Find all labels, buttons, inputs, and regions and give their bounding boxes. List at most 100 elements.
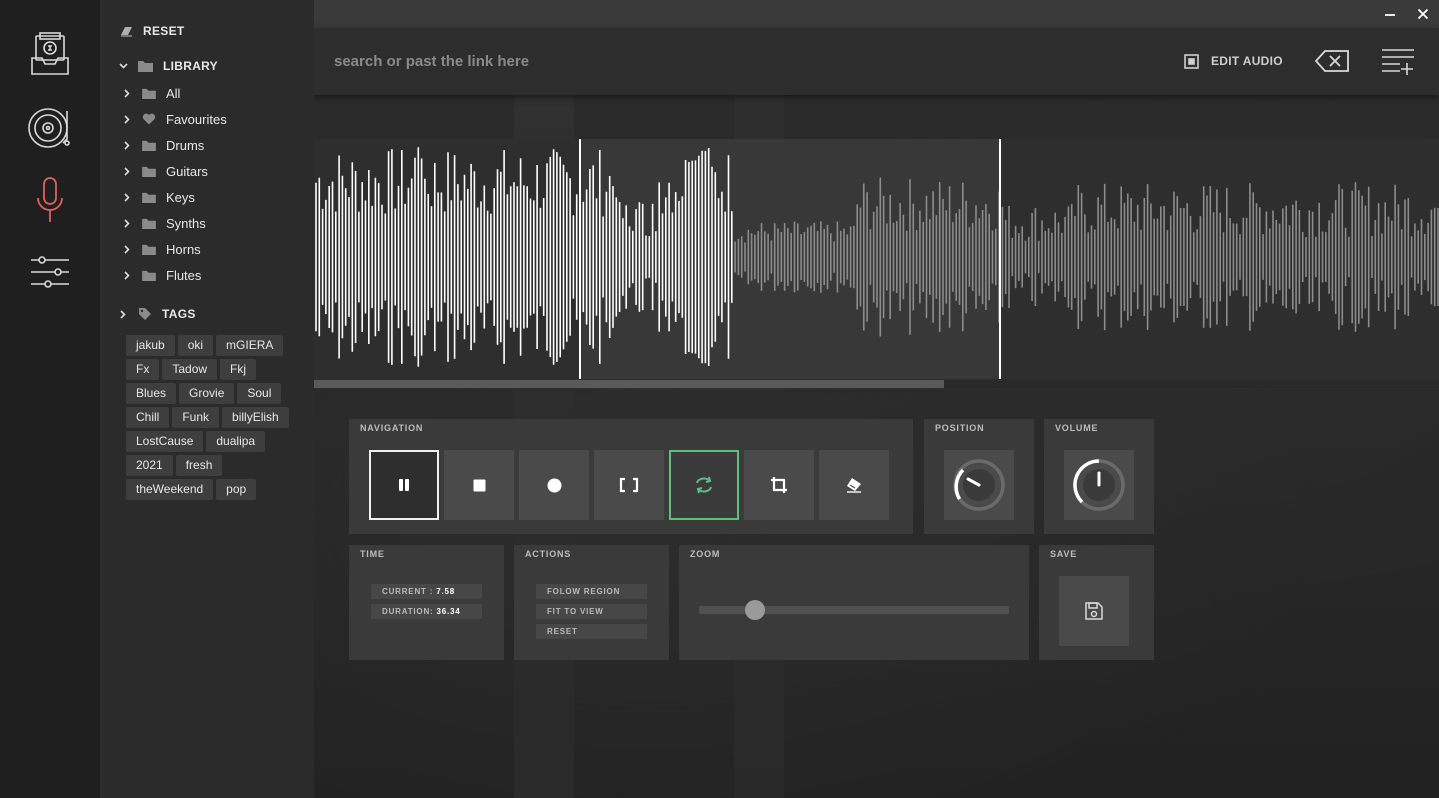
eraser-icon bbox=[847, 478, 861, 493]
waveform-panel[interactable] bbox=[314, 139, 1439, 389]
tag-chip[interactable]: 2021 bbox=[126, 455, 173, 476]
position-knob[interactable] bbox=[944, 450, 1014, 520]
volume-panel: VOLUME bbox=[1044, 419, 1154, 534]
library-sidebar: RESET LIBRARY All Favourites Drums Guitars K… bbox=[100, 0, 314, 798]
rail-sliders[interactable] bbox=[25, 247, 75, 297]
add-to-playlist-button[interactable] bbox=[1380, 46, 1416, 76]
current-time-value: 7.58 bbox=[436, 587, 455, 596]
tag-chip[interactable]: Chill bbox=[126, 407, 170, 428]
library-item-label: Drums bbox=[166, 137, 205, 153]
record-button[interactable] bbox=[519, 450, 589, 520]
tag-chip[interactable]: Blues bbox=[126, 383, 177, 404]
stop-button[interactable] bbox=[444, 450, 514, 520]
close-icon bbox=[1417, 8, 1429, 20]
music-box-icon bbox=[31, 32, 69, 75]
tag-chip[interactable]: oki bbox=[177, 335, 214, 356]
clear-input-button[interactable] bbox=[1314, 46, 1350, 76]
reset-filter-button[interactable]: RESET bbox=[120, 22, 185, 40]
time-panel: TIME CURRENT : 7.58 DURATION: 36.34 bbox=[349, 545, 504, 660]
library-item[interactable]: Drums bbox=[122, 132, 312, 158]
main-area: EDIT AUDIO NAVIGATION bbox=[314, 0, 1439, 798]
folder-icon bbox=[142, 192, 156, 203]
library-item-label: Keys bbox=[166, 189, 195, 205]
region-button[interactable] bbox=[594, 450, 664, 520]
waveform-scrollbar[interactable] bbox=[314, 380, 1439, 388]
reset-label: RESET bbox=[143, 24, 185, 38]
fit-to-view-button[interactable]: FIT TO VIEW bbox=[536, 604, 647, 619]
reset-actions-button[interactable]: RESET bbox=[536, 624, 647, 639]
library-item-label: Horns bbox=[166, 241, 201, 257]
volume-knob[interactable] bbox=[1064, 450, 1134, 520]
scrollbar-thumb[interactable] bbox=[314, 380, 944, 388]
tag-chip[interactable]: Fkj bbox=[220, 359, 257, 380]
chevron-right-icon bbox=[122, 166, 132, 176]
save-button[interactable] bbox=[1059, 576, 1129, 646]
erase-button[interactable] bbox=[819, 450, 889, 520]
library-item-label: Favourites bbox=[166, 111, 227, 127]
library-item[interactable]: Horns bbox=[122, 236, 312, 262]
crop-icon bbox=[771, 477, 787, 493]
rail-microphone[interactable] bbox=[25, 175, 75, 225]
library-toggle[interactable]: LIBRARY bbox=[118, 57, 218, 75]
microphone-icon bbox=[37, 177, 63, 222]
current-time-readout: CURRENT : 7.58 bbox=[371, 584, 482, 599]
follow-region-button[interactable]: FOLOW REGION bbox=[536, 584, 647, 599]
waveform[interactable] bbox=[314, 139, 1439, 379]
actions-title: ACTIONS bbox=[525, 549, 572, 559]
volume-knob-dial bbox=[1073, 459, 1125, 511]
duration-value: 36.34 bbox=[436, 607, 461, 616]
folder-icon bbox=[138, 61, 153, 72]
backspace-icon bbox=[1315, 50, 1349, 72]
library-list: All Favourites Drums Guitars Keys Synths Horns… bbox=[122, 80, 312, 288]
rail-music-box[interactable] bbox=[25, 30, 75, 80]
record-icon bbox=[547, 478, 561, 492]
tag-chip[interactable]: LostCause bbox=[126, 431, 204, 452]
library-item[interactable]: Synths bbox=[122, 210, 312, 236]
rail-turntable[interactable] bbox=[25, 103, 75, 153]
library-item[interactable]: Flutes bbox=[122, 262, 312, 288]
library-label: LIBRARY bbox=[163, 59, 218, 73]
library-item[interactable]: Keys bbox=[122, 184, 312, 210]
tag-chip[interactable]: jakub bbox=[126, 335, 175, 356]
tag-chip[interactable]: Soul bbox=[237, 383, 282, 404]
minimize-button[interactable] bbox=[1381, 5, 1399, 23]
tag-chip[interactable]: Tadow bbox=[162, 359, 218, 380]
stop-icon bbox=[473, 479, 485, 491]
brackets-icon bbox=[619, 477, 639, 493]
volume-title: VOLUME bbox=[1055, 423, 1099, 433]
tag-chip[interactable]: Funk bbox=[172, 407, 220, 428]
library-item[interactable]: Guitars bbox=[122, 158, 312, 184]
zoom-panel: ZOOM bbox=[679, 545, 1029, 660]
position-knob-dial bbox=[953, 459, 1005, 511]
title-bar bbox=[314, 0, 1439, 28]
chevron-right-icon bbox=[122, 244, 132, 254]
library-item[interactable]: Favourites bbox=[122, 106, 312, 132]
tag-chip[interactable]: dualipa bbox=[206, 431, 266, 452]
search-input[interactable] bbox=[334, 46, 854, 76]
tag-chip[interactable]: billyElish bbox=[222, 407, 289, 428]
position-title: POSITION bbox=[935, 423, 985, 433]
tag-chip[interactable]: fresh bbox=[175, 455, 223, 476]
eraser-icon bbox=[121, 26, 132, 36]
folder-icon bbox=[142, 88, 156, 99]
pause-button[interactable] bbox=[369, 450, 439, 520]
sliders-icon bbox=[31, 256, 69, 288]
tag-chip[interactable]: Fx bbox=[126, 359, 160, 380]
loop-button[interactable] bbox=[669, 450, 739, 520]
tag-chip[interactable]: theWeekend bbox=[126, 479, 214, 500]
crop-button[interactable] bbox=[744, 450, 814, 520]
tag-chip[interactable]: mGIERA bbox=[216, 335, 284, 356]
heart-icon bbox=[142, 113, 156, 125]
tags-toggle[interactable]: TAGS bbox=[118, 305, 196, 323]
save-panel: SAVE bbox=[1039, 545, 1154, 660]
zoom-slider-thumb[interactable] bbox=[744, 600, 765, 620]
loop-icon bbox=[696, 476, 712, 494]
close-button[interactable] bbox=[1414, 5, 1432, 23]
tag-chip[interactable]: Grovie bbox=[179, 383, 235, 404]
duration-label: DURATION: bbox=[382, 607, 434, 616]
chevron-right-icon bbox=[122, 140, 132, 150]
tag-chip[interactable]: pop bbox=[216, 479, 257, 500]
library-item[interactable]: All bbox=[122, 80, 312, 106]
edit-audio-button[interactable]: EDIT AUDIO bbox=[1184, 50, 1283, 72]
chevron-right-icon bbox=[122, 88, 132, 98]
